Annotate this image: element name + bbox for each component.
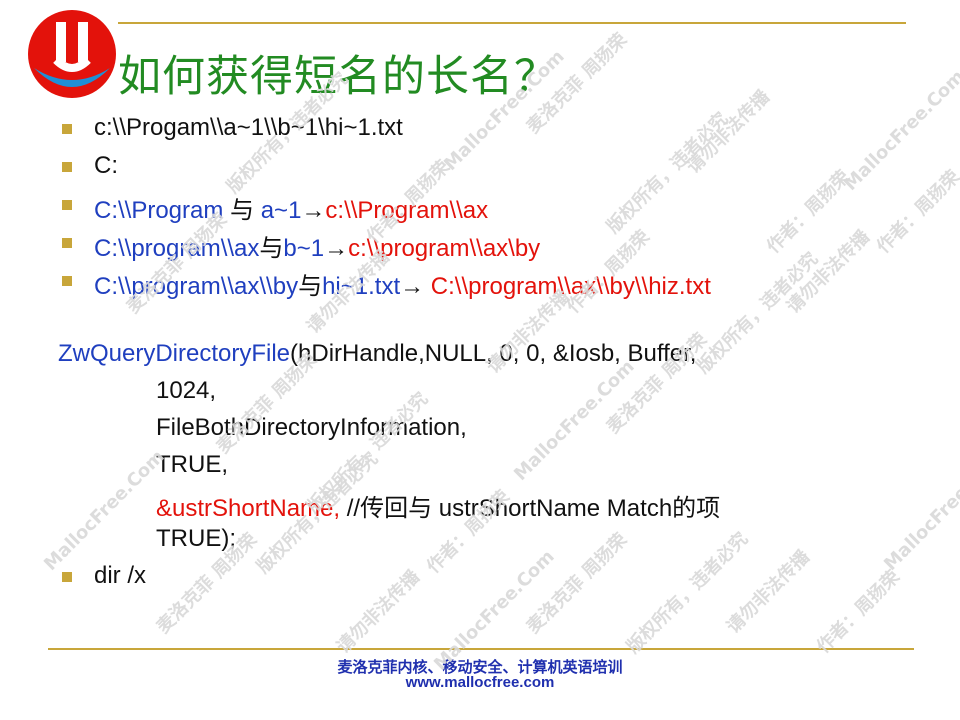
bullet-segment: 与 [230, 197, 261, 224]
watermark-text: 版权所有，违者必究 [602, 108, 733, 238]
code-args-first: (hDirHandle,NULL, 0, 0, &Iosb, Buffer, [290, 340, 697, 367]
code-line-1: ZwQueryDirectoryFile(hDirHandle,NULL, 0,… [58, 340, 696, 368]
code-line-4: TRUE, [156, 451, 228, 478]
watermark-text: MallocFree.Com [840, 66, 960, 195]
bullet-segment: hi~1.txt [322, 273, 401, 300]
bullet-dir-x: dir /x [94, 562, 147, 589]
bullet-item-3: C:\\Program 与 a~1→c:\\Program\\ax [94, 190, 488, 225]
bullet-segment: 与 [259, 235, 284, 262]
bullet-item-5: C:\\program\\ax\\by与hi~1.txt→ C:\\progra… [94, 266, 711, 301]
bullet-marker [62, 572, 72, 582]
watermark-text: 麦洛克菲 周扬荣 [522, 529, 632, 638]
bullet-marker [62, 276, 72, 286]
bullet-segment: c:\\Progam\\a~1\\b~1\hi~1.txt [94, 114, 403, 141]
top-rule [118, 22, 906, 24]
bullet-marker [62, 124, 72, 134]
bullet-item-4: C:\\program\\ax与b~1→c:\\program\\ax\by [94, 228, 540, 263]
slide-title: 如何获得短名的长名？ [118, 52, 558, 102]
watermark-text: 请勿非法传播 [682, 86, 775, 178]
bullet-marker [62, 162, 72, 172]
bullet-item-2: C: [94, 152, 118, 180]
bullet-segment: C:\\program\\ax\\by [94, 273, 299, 300]
bullet-marker [62, 200, 72, 210]
bullet-marker [62, 238, 72, 248]
watermark-text: 请勿非法传播 [722, 546, 815, 638]
code-comment: //传回与 ustrShortName Match的项 [340, 495, 721, 522]
bullet-segment: a~1 [260, 197, 302, 224]
bullet-segment: → [324, 235, 349, 262]
bullet-segment: → [400, 273, 431, 300]
watermark-text: 请勿非法传播 [782, 226, 875, 318]
bullet-item-1: c:\\Progam\\a~1\\b~1\hi~1.txt [94, 114, 403, 142]
watermark-text: 版权所有，违者必究 [622, 528, 753, 658]
watermark-text: 作者：周扬荣 [762, 166, 855, 258]
code-line-3: FileBothDirectoryInformation, [156, 414, 467, 441]
mallocfree-logo-icon [28, 10, 116, 98]
footer-line-2: www.mallocfree.com [405, 674, 555, 691]
shortname-arg: &ustrShortName, [156, 495, 341, 522]
function-name: ZwQueryDirectoryFile [58, 340, 291, 367]
bullet-segment: b~1 [283, 235, 325, 262]
watermark-text: 作者：周扬荣 [872, 166, 960, 258]
watermark-text: 作者：周扬荣 [812, 566, 905, 658]
code-line-2: 1024, [156, 377, 217, 404]
bullet-segment: C: [94, 152, 118, 179]
code-line-6: TRUE); [156, 525, 236, 552]
bullet-segment: 与 [298, 273, 323, 300]
watermark-text: MallocFree.Com [880, 446, 960, 575]
bullet-segment: → [301, 197, 326, 224]
watermark-text: MallocFree.Com [510, 356, 639, 485]
bullet-segment: C:\\program\\ax [94, 235, 260, 262]
bullet-segment: c:\\Program\\ax [325, 197, 489, 224]
bottom-rule [48, 648, 914, 650]
code-line-5: &ustrShortName, //传回与 ustrShortName Matc… [156, 488, 720, 523]
bullet-segment: C:\\Program [94, 197, 231, 224]
watermark-text: 请勿非法传播 [332, 566, 425, 658]
bullet-segment: c:\\program\\ax\by [348, 235, 541, 262]
watermark-text: MallocFree.Com [40, 446, 169, 575]
bullet-segment: C:\\program\\ax\\by\\hiz.txt [430, 273, 711, 300]
